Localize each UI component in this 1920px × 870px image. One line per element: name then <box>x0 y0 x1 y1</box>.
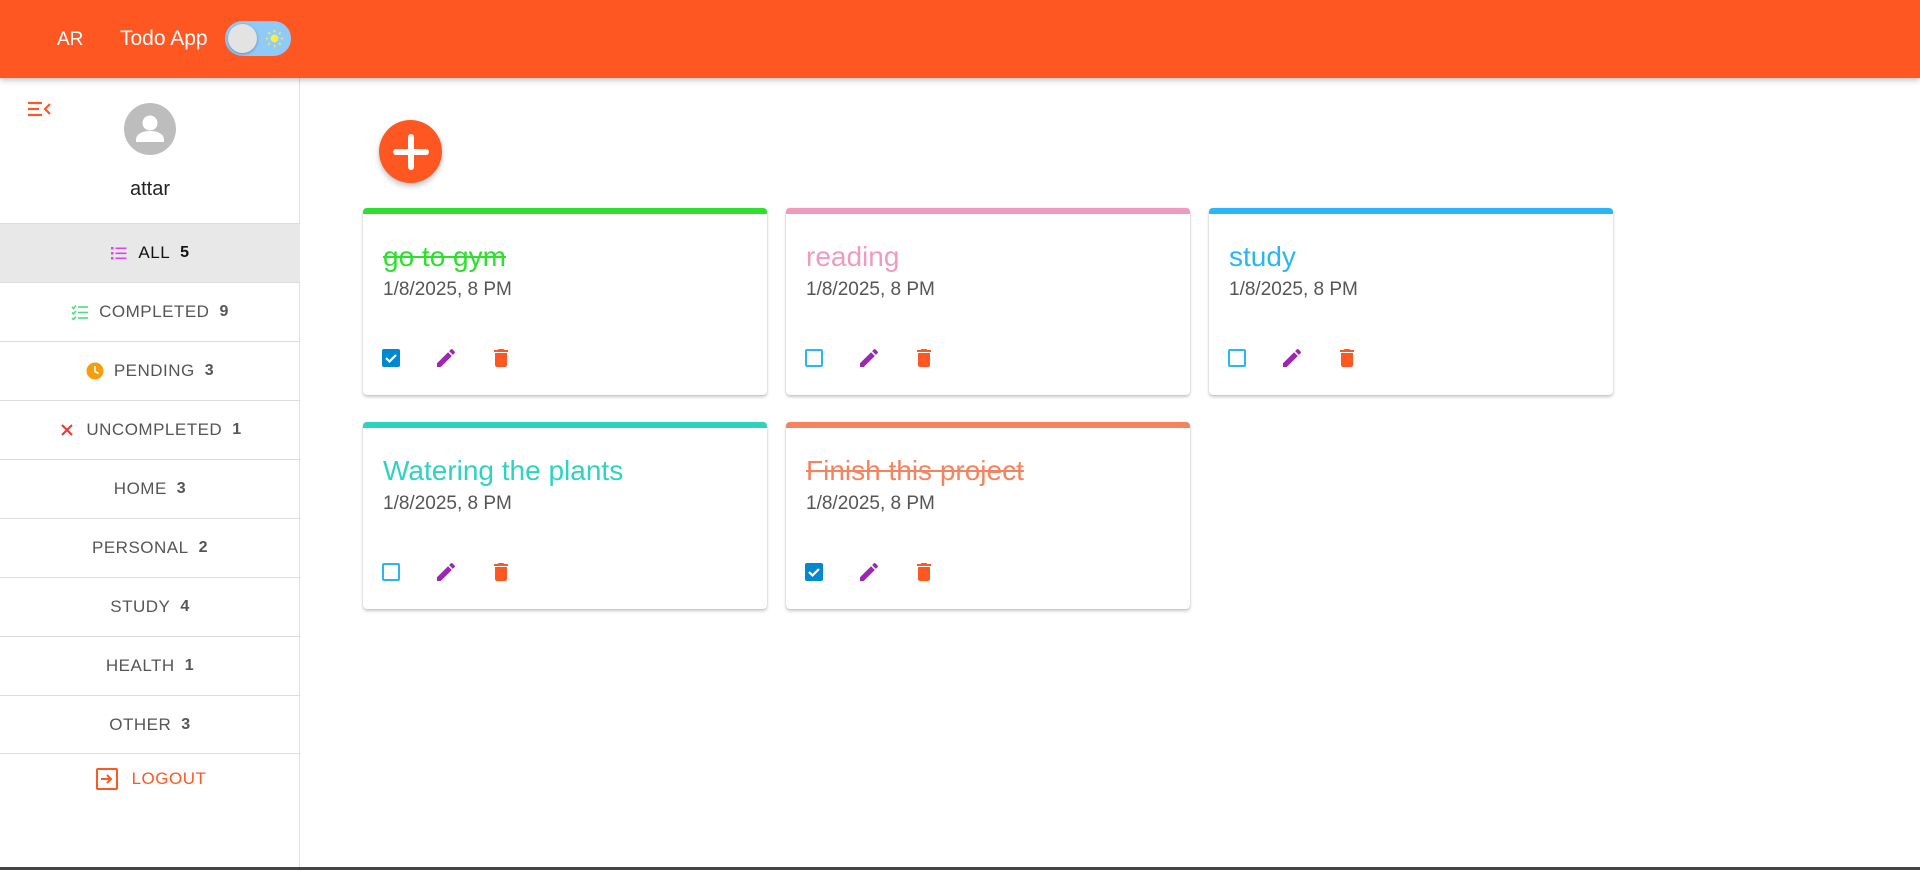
todo-actions <box>802 346 967 370</box>
close-icon <box>58 421 76 439</box>
todo-title: reading <box>806 241 900 272</box>
checkbox-unchecked-icon[interactable] <box>802 346 826 370</box>
category-color-bar <box>363 208 767 214</box>
nav-count: 3 <box>204 362 215 379</box>
todo-date: 1/8/2025, 8 PM <box>383 279 512 300</box>
checklist-icon <box>71 303 89 321</box>
checkbox-checked-icon[interactable] <box>802 560 826 584</box>
todo-card: Watering the plants 1/8/2025, 8 PM <box>363 422 767 609</box>
logout-icon <box>95 768 118 790</box>
add-todo-button[interactable] <box>379 120 442 183</box>
nav-count: 1 <box>232 421 242 438</box>
delete-icon[interactable] <box>912 560 936 584</box>
todo-card: go to gym 1/8/2025, 8 PM <box>363 208 767 395</box>
edit-icon[interactable] <box>1280 346 1304 370</box>
nav-label: UNCOMPLETED <box>86 420 223 439</box>
nav-item-home[interactable]: HOME 3 <box>0 459 300 518</box>
delete-icon[interactable] <box>489 346 513 370</box>
todo-card: Finish this project 1/8/2025, 8 PM <box>786 422 1190 609</box>
checkbox-checked-icon[interactable] <box>379 346 403 370</box>
sun-icon <box>265 29 284 48</box>
category-color-bar <box>786 422 1190 428</box>
todo-card: study 1/8/2025, 8 PM <box>1209 208 1613 395</box>
nav-label: HOME <box>113 479 167 498</box>
nav-label: PERSONAL <box>92 538 189 557</box>
sidebar: attar ALL 5 COMPLETED 9 PENDING 3 UNCOMP… <box>0 78 300 870</box>
logout-button[interactable]: LOGOUT <box>0 766 300 792</box>
todo-actions <box>1225 346 1390 370</box>
nav-count: 2 <box>198 539 208 556</box>
list-icon <box>110 244 128 262</box>
category-color-bar <box>786 208 1190 214</box>
nav-item-health[interactable]: HEALTH 1 <box>0 636 300 695</box>
nav-count: 4 <box>180 598 190 615</box>
todo-date: 1/8/2025, 8 PM <box>806 493 935 514</box>
clock-icon <box>86 362 104 380</box>
nav-count: 3 <box>176 480 187 497</box>
nav-label: PENDING <box>113 361 195 380</box>
nav-label: ALL <box>138 243 171 262</box>
nav-item-all[interactable]: ALL 5 <box>0 223 300 282</box>
nav-count: 5 <box>180 244 190 261</box>
category-color-bar <box>1209 208 1613 214</box>
todo-actions <box>379 560 544 584</box>
nav-label: COMPLETED <box>99 302 210 321</box>
todo-title: Watering the plants <box>383 455 624 486</box>
todo-title: Finish this project <box>806 455 1024 486</box>
person-icon <box>136 115 164 142</box>
nav-item-other[interactable]: OTHER 3 <box>0 695 300 754</box>
todo-actions <box>379 346 544 370</box>
nav-label: OTHER <box>109 714 172 734</box>
logout-label: LOGOUT <box>131 769 207 788</box>
app-bar: AR Todo App <box>0 0 1920 78</box>
theme-toggle[interactable] <box>225 21 291 56</box>
todo-date: 1/8/2025, 8 PM <box>1229 279 1358 300</box>
toggle-knob <box>228 24 257 53</box>
nav-label: STUDY <box>110 597 171 616</box>
nav-item-pending[interactable]: PENDING 3 <box>0 341 300 400</box>
nav-item-study[interactable]: STUDY 4 <box>0 577 300 636</box>
todo-card: reading 1/8/2025, 8 PM <box>786 208 1190 395</box>
edit-icon[interactable] <box>434 346 458 370</box>
delete-icon[interactable] <box>1335 346 1359 370</box>
avatar[interactable] <box>124 103 176 155</box>
app-title: Todo App <box>120 27 208 50</box>
language-button[interactable]: AR <box>57 29 83 51</box>
todo-date: 1/8/2025, 8 PM <box>383 493 512 514</box>
nav-count: 9 <box>219 303 229 320</box>
nav-item-uncompleted[interactable]: UNCOMPLETED 1 <box>0 400 300 459</box>
nav-item-personal[interactable]: PERSONAL 2 <box>0 518 300 577</box>
todo-date: 1/8/2025, 8 PM <box>806 279 935 300</box>
checkbox-unchecked-icon[interactable] <box>379 560 403 584</box>
nav-item-completed[interactable]: COMPLETED 9 <box>0 282 300 341</box>
todo-title: go to gym <box>383 241 506 272</box>
checkbox-unchecked-icon[interactable] <box>1225 346 1249 370</box>
nav-label: HEALTH <box>105 656 175 675</box>
plus-icon <box>392 133 429 170</box>
username: attar <box>129 178 171 200</box>
edit-icon[interactable] <box>434 560 458 584</box>
todo-title: study <box>1229 241 1296 272</box>
collapse-menu-icon[interactable] <box>26 98 52 120</box>
category-color-bar <box>363 422 767 428</box>
todo-actions <box>802 560 967 584</box>
filter-nav: ALL 5 COMPLETED 9 PENDING 3 UNCOMPLETED … <box>0 223 300 754</box>
edit-icon[interactable] <box>857 560 881 584</box>
delete-icon[interactable] <box>912 346 936 370</box>
nav-count: 3 <box>181 715 191 733</box>
delete-icon[interactable] <box>489 560 513 584</box>
edit-icon[interactable] <box>857 346 881 370</box>
nav-count: 1 <box>184 657 195 674</box>
